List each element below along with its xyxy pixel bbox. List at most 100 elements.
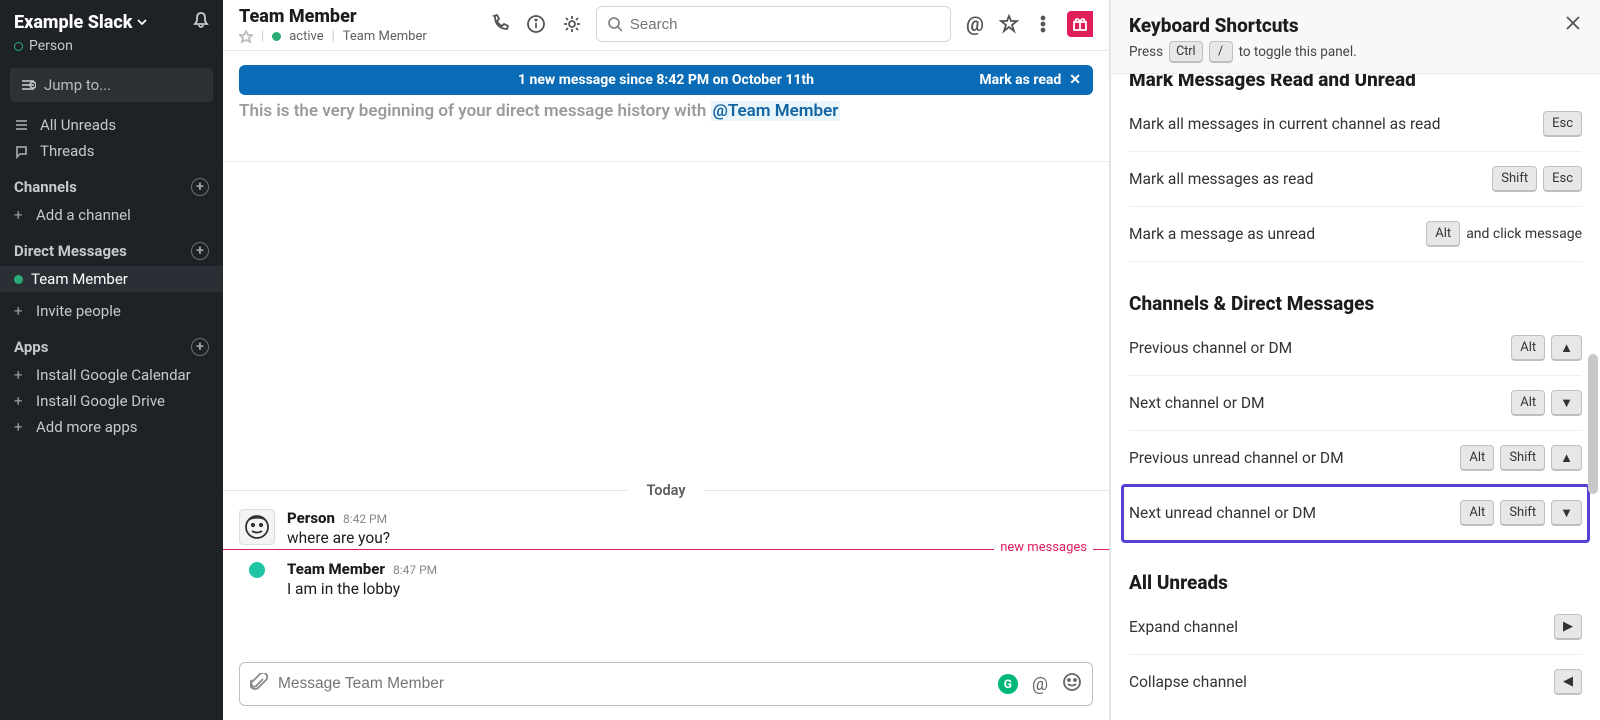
add-channel-icon-button[interactable]: + [191,178,209,196]
channels-label: Channels [14,178,77,196]
attach-icon[interactable] [250,673,268,695]
shortcut-tail-text: and click message [1466,226,1582,242]
kbd-ctrl: Ctrl [1169,41,1203,63]
apps-section-header: Apps + [0,324,223,362]
status-name: Team Member [343,29,427,44]
app-item-add-more[interactable]: + Add more apps [0,414,223,440]
channels-section-header: Channels + [0,164,223,202]
plus-icon: + [14,206,28,224]
shortcut-label: Mark all messages in current channel as … [1129,115,1440,133]
app-item-google-calendar[interactable]: + Install Google Calendar [0,362,223,388]
unread-banner-text: 1 new message since 8:42 PM on October 1… [518,72,814,88]
mentions-icon[interactable]: @ [965,14,985,34]
kbd-arrow-left-icon: ◀ [1554,669,1582,695]
kbd-arrow-down-icon: ▼ [1551,500,1582,526]
panel-scroll-area[interactable]: Mark Messages Read and Unread Mark all m… [1111,74,1600,720]
message-author[interactable]: Person [287,509,335,527]
dm-item-team-member[interactable]: Team Member [0,266,223,292]
shortcut-label: Next channel or DM [1129,394,1265,412]
kbd-key: Alt [1460,445,1494,471]
shortcut-row: Collapse channel ◀ [1129,655,1582,709]
kbd-arrow-up-icon: ▲ [1551,335,1582,361]
top-bar: Team Member | active | Team Member @ [223,0,1109,51]
shortcut-label: Next unread channel or DM [1129,504,1316,522]
plus-icon: + [14,392,28,410]
user-presence[interactable]: Person [0,36,223,64]
grammarly-icon[interactable]: G [998,674,1018,694]
message-row[interactable]: Team Member 8:47 PM I am in the lobby [223,549,1109,600]
message-body: where are you? [287,527,390,547]
shortcut-label: Mark all messages as read [1129,170,1314,188]
kbd-key: Esc [1543,166,1582,192]
star-outline-icon[interactable] [999,14,1019,34]
emoji-icon[interactable] [1062,672,1082,696]
add-app-icon-button[interactable]: + [191,338,209,356]
jump-to-input[interactable]: Jump to... [10,68,213,102]
kbd-key: Shift [1500,445,1545,471]
shortcut-label: Collapse channel [1129,673,1247,691]
nav-threads[interactable]: Threads [0,138,223,164]
shortcut-row: Mark a message as unread Alt and click m… [1129,207,1582,262]
panel-subtitle-b: to toggle this panel. [1239,44,1357,60]
message-composer[interactable]: G @ [239,662,1093,706]
shortcut-label: Previous unread channel or DM [1129,449,1344,467]
star-icon[interactable] [239,30,253,44]
dm-label: Direct Messages [14,242,127,260]
compose-input[interactable] [278,675,988,693]
app-item-google-drive[interactable]: + Install Google Drive [0,388,223,414]
kbd-slash: / [1209,41,1233,63]
notification-bell-icon[interactable] [191,10,211,34]
date-divider-label: Today [636,482,695,499]
search-input[interactable] [630,16,940,33]
panel-subtitle-a: Press [1129,44,1163,60]
panel-title: Keyboard Shortcuts [1129,14,1357,37]
whats-new-gift-icon[interactable] [1067,11,1093,37]
history-mention[interactable]: @Team Member [711,101,841,121]
shortcut-row: Mark all messages in current channel as … [1129,97,1582,152]
workspace-switcher[interactable]: Example Slack [14,12,148,33]
plus-icon: + [14,418,28,436]
section-title-channels-dm: Channels & Direct Messages [1129,288,1582,321]
close-panel-icon[interactable] [1564,14,1582,36]
message-row[interactable]: Person 8:42 PM where are you? [223,499,1109,549]
user-name: Person [29,38,73,54]
shortcut-row: Previous channel or DM Alt ▲ [1129,321,1582,376]
kbd-key: Alt [1511,390,1545,416]
more-vert-icon[interactable] [1033,14,1053,34]
chevron-down-icon [136,16,148,28]
search-field[interactable] [596,6,951,42]
history-text: This is the very beginning of your direc… [239,101,711,121]
invite-people-item[interactable]: + Invite people [0,298,223,324]
dm-item-label: Team Member [31,270,128,288]
shortcut-row: Next channel or DM Alt ▼ [1129,376,1582,431]
nav-all-unreads[interactable]: All Unreads [0,112,223,138]
mention-icon[interactable]: @ [1032,674,1048,695]
mark-as-read-label: Mark as read [979,72,1061,88]
close-icon[interactable]: ✕ [1069,72,1081,88]
scrollbar-thumb[interactable] [1588,354,1598,494]
info-icon[interactable] [526,14,546,34]
kbd-key: Alt [1511,335,1545,361]
avatar[interactable] [239,560,275,596]
shortcut-row: Previous unread channel or DM Alt Shift … [1129,431,1582,486]
gear-icon[interactable] [562,14,582,34]
add-channel-item[interactable]: + Add a channel [0,202,223,228]
panel-header: Keyboard Shortcuts Press Ctrl / to toggl… [1111,0,1600,74]
mark-as-read-button[interactable]: Mark as read ✕ [979,72,1081,88]
shortcut-label: Expand channel [1129,618,1238,636]
conversation-title: Team Member [239,6,427,27]
message-author[interactable]: Team Member [287,560,385,578]
kbd-arrow-up-icon: ▲ [1551,445,1582,471]
nav-all-unreads-label: All Unreads [40,116,116,134]
avatar[interactable] [239,509,275,545]
status-text: active [289,29,323,44]
presence-dot-icon [272,32,281,41]
app-item-label: Install Google Drive [36,392,165,410]
invite-label: Invite people [36,302,121,320]
presence-dot-icon [14,42,23,51]
unread-banner: 1 new message since 8:42 PM on October 1… [239,65,1093,95]
call-icon[interactable] [490,14,510,34]
threads-icon [14,144,30,159]
new-dm-icon-button[interactable]: + [191,242,209,260]
message-time: 8:47 PM [393,563,437,577]
